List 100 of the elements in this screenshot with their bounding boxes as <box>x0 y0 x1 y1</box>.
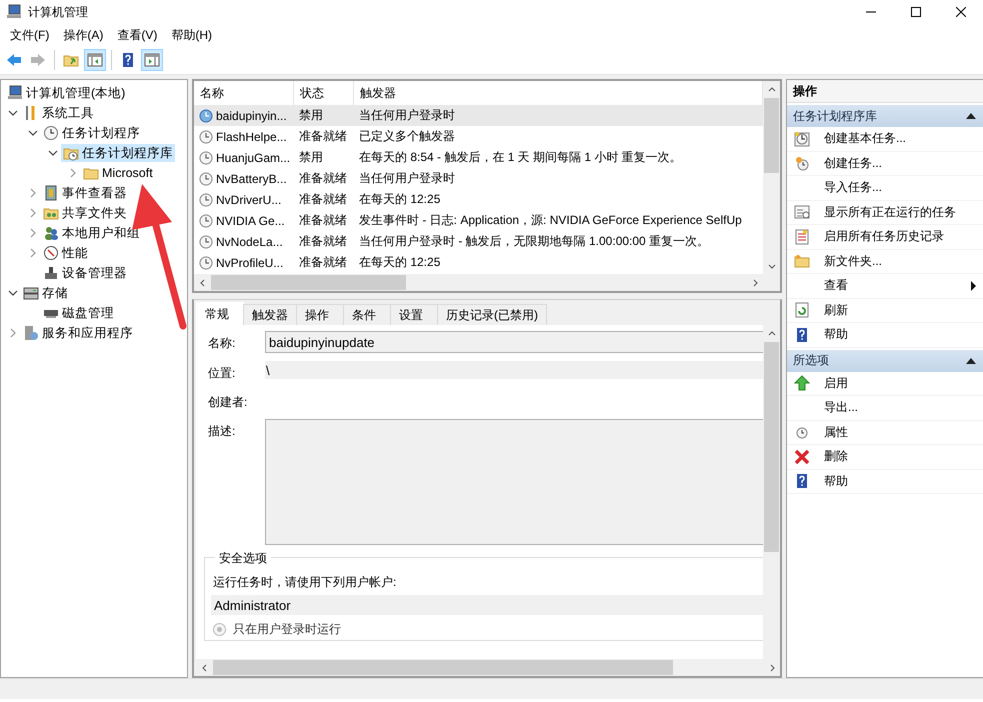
tree-item[interactable]: 任务计划程序 <box>41 124 142 142</box>
action-link[interactable]: 启用所有任务历史记录 <box>787 225 983 250</box>
action-link[interactable]: 导入任务... <box>787 176 983 200</box>
submenu-arrow-icon <box>971 280 976 291</box>
radio-label: 只在用户登录时运行 <box>233 620 341 638</box>
maximize-icon[interactable] <box>910 7 920 17</box>
table-cell: NVIDIA Ge... <box>216 214 285 228</box>
horizontal-scrollbar[interactable] <box>196 659 780 676</box>
section-header[interactable]: 所选项 <box>787 350 983 372</box>
table-row[interactable]: HuanjuGam... 禁用 在每天的 8:54 - 触发后，在 1 天 期间每隔 1 小时 重复一次。 <box>194 147 763 168</box>
action-pane-icon[interactable] <box>144 52 160 68</box>
table-cell-text: 禁用 <box>298 107 324 124</box>
refresh-icon <box>794 302 810 318</box>
action-link[interactable]: 属性 <box>787 420 983 445</box>
collapsed-chevron-icon[interactable] <box>28 248 38 258</box>
scroll-right-icon[interactable] <box>750 278 758 286</box>
expanded-chevron-icon[interactable] <box>8 288 18 298</box>
table-row[interactable]: NvDriverU... 准备就绪 在每天的 12:25 <box>194 189 763 210</box>
section-header[interactable]: 任务计划程序库 <box>787 105 983 127</box>
clock-icon <box>199 214 213 228</box>
action-link[interactable]: 导出... <box>787 396 983 420</box>
action-link[interactable]: 新文件夹... <box>787 250 983 274</box>
clock-icon <box>199 150 213 164</box>
field-label: 创建者: <box>208 394 248 411</box>
scroll-up-icon[interactable] <box>768 330 776 338</box>
tree-item[interactable]: 磁盘管理 <box>41 304 116 322</box>
scroll-right-icon[interactable] <box>768 664 776 672</box>
collapse-icon[interactable] <box>966 358 976 364</box>
scrollbar-thumb[interactable] <box>764 98 779 173</box>
tree-item[interactable]: 存储 <box>21 284 70 302</box>
scroll-down-icon[interactable] <box>768 262 776 270</box>
expanded-chevron-icon[interactable] <box>48 148 58 158</box>
tree-item[interactable]: 系统工具 <box>21 104 96 122</box>
tree-item[interactable]: 服务和应用程序 <box>21 324 135 342</box>
collapse-icon[interactable] <box>966 113 976 119</box>
action-link[interactable]: 查看 <box>787 274 983 298</box>
tree-item[interactable]: 任务计划程序库 <box>61 144 175 162</box>
table-cell-text: 在每天的 8:54 - 触发后，在 1 天 期间每隔 1 小时 重复一次。 <box>358 149 683 166</box>
collapsed-chevron-icon[interactable] <box>8 328 18 338</box>
users-icon <box>43 225 59 241</box>
name-field[interactable]: baidupinyinupdate <box>265 331 763 353</box>
section-title: 所选项 <box>793 352 829 369</box>
menu-item[interactable]: 帮助(H) <box>165 24 218 46</box>
expanded-chevron-icon[interactable] <box>8 108 18 118</box>
menu-item[interactable]: 操作(A) <box>57 24 110 46</box>
action-link[interactable]: 显示所有正在运行的任务 <box>787 200 983 225</box>
tree-item[interactable]: 计算机管理(本地) <box>5 84 128 102</box>
back-arrow-icon[interactable] <box>6 52 22 68</box>
clock-icon <box>199 172 213 186</box>
table-cell-text: 发生事件时 - 日志: Application，源: NVIDIA GeForce Experience SelfUp <box>358 212 743 229</box>
table-row[interactable]: FlashHelpe... 准备就绪 已定义多个触发器 <box>194 126 763 147</box>
action-link[interactable]: 刷新 <box>787 298 983 323</box>
action-link[interactable]: 帮助 <box>787 323 983 348</box>
action-link[interactable]: 创建基本任务... <box>787 127 983 152</box>
delete-icon <box>794 448 810 465</box>
scrollbar-thumb[interactable] <box>213 660 673 675</box>
collapsed-chevron-icon[interactable] <box>28 228 38 238</box>
tab[interactable]: 常规 <box>196 302 244 325</box>
table-cell: NvProfileU... <box>216 256 284 270</box>
action-link[interactable]: 启用 <box>787 372 983 396</box>
tree-item[interactable]: 设备管理器 <box>41 264 129 282</box>
console-tree-icon[interactable] <box>87 52 103 68</box>
field-label: 名称: <box>208 335 236 352</box>
scroll-up-icon[interactable] <box>768 86 776 94</box>
tree-item[interactable]: 共享文件夹 <box>41 204 129 222</box>
clock-icon <box>199 234 213 248</box>
scrollbar-thumb[interactable] <box>764 342 779 552</box>
table-row[interactable]: NvProfileU... 准备就绪 在每天的 12:25 <box>194 252 763 273</box>
collapsed-chevron-icon[interactable] <box>28 208 38 218</box>
tree-item[interactable]: 事件查看器 <box>41 184 129 202</box>
expanded-chevron-icon[interactable] <box>28 128 38 138</box>
collapsed-chevron-icon[interactable] <box>68 168 78 178</box>
menu-item[interactable]: 查看(V) <box>111 24 164 46</box>
up-arrow-icon <box>794 375 810 392</box>
table-row[interactable]: NvNodeLa... 准备就绪 当任何用户登录时 - 触发后，无限期地每隔 1.00:00:00 重复一次。 <box>194 231 763 252</box>
tree-item[interactable]: 性能 <box>41 244 90 262</box>
clock-icon <box>43 125 59 141</box>
table-row[interactable]: NVIDIA Ge... 准备就绪 发生事件时 - 日志: Application，源: NVIDIA GeForce Experience SelfUp <box>194 210 763 231</box>
menu-item[interactable]: 文件(F) <box>4 24 56 46</box>
table-cell-text: 准备就绪 <box>298 191 348 208</box>
tab[interactable]: 触发器 <box>243 304 297 325</box>
scrollbar-thumb[interactable] <box>211 275 406 290</box>
gauge-icon <box>43 245 59 261</box>
vertical-scrollbar[interactable] <box>763 81 780 291</box>
clock-icon <box>199 192 213 206</box>
action-link[interactable]: 删除 <box>787 445 983 470</box>
scroll-left-icon[interactable] <box>200 664 208 672</box>
tree-item[interactable]: Microsoft <box>81 164 155 182</box>
scroll-left-icon[interactable] <box>198 278 206 286</box>
action-link[interactable]: 帮助 <box>787 470 983 494</box>
description-field[interactable] <box>265 419 763 545</box>
tab[interactable]: 历史记录(已禁用) <box>437 304 547 325</box>
help-icon[interactable] <box>120 52 136 68</box>
close-icon[interactable] <box>956 7 966 17</box>
collapsed-chevron-icon[interactable] <box>28 188 38 198</box>
group-title: 安全选项 <box>215 550 271 567</box>
table-row[interactable]: baidupinyin... 禁用 当任何用户登录时 <box>194 105 763 126</box>
horizontal-scrollbar[interactable] <box>194 274 763 291</box>
table-row[interactable]: NvBatteryB... 准备就绪 当任何用户登录时 <box>194 168 763 189</box>
action-link[interactable]: 创建任务... <box>787 152 983 176</box>
